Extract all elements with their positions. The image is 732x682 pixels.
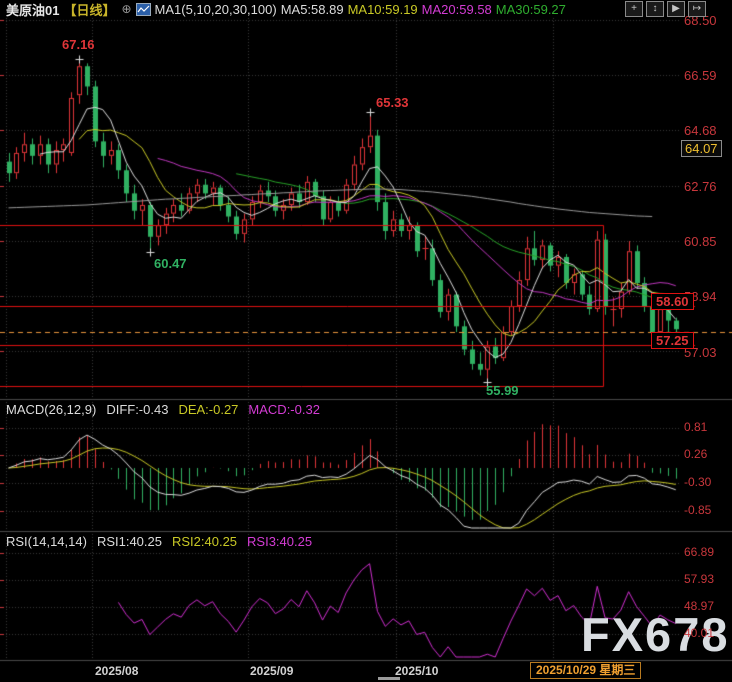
macd-dea-value: DEA:-0.27 xyxy=(178,402,238,417)
low-annotation: 60.47 xyxy=(154,256,187,271)
ma-settings-label[interactable]: MA1(5,10,20,30,100) xyxy=(155,2,277,17)
crosshair-price-label: 64.07 xyxy=(681,140,722,157)
rsi-header: RSI(14,14,14) RSI1:40.25 RSI2:40.25 RSI3… xyxy=(0,534,312,549)
rsi3-value: RSI3:40.25 xyxy=(247,534,312,549)
price-tick: 60.85 xyxy=(684,234,717,249)
high-annotation: 67.16 xyxy=(62,37,95,52)
ma10-value: MA10:59.19 xyxy=(348,2,418,17)
month-label: 2025/08 xyxy=(95,664,138,678)
chart-canvas[interactable] xyxy=(0,0,732,682)
month-label: 2025/10 xyxy=(395,664,438,678)
scrollbar-thumb[interactable] xyxy=(378,677,400,680)
symbol-name: 美原油01 xyxy=(6,0,59,19)
mini-chart-icon[interactable] xyxy=(136,3,151,16)
ma30-value: MA30:59.27 xyxy=(496,2,566,17)
move-icon[interactable]: + xyxy=(625,1,643,17)
low-annotation: 55.99 xyxy=(486,383,519,398)
price-line-label-5725[interactable]: 57.25 xyxy=(651,332,694,349)
rsi-tick: 57.93 xyxy=(684,572,714,586)
ma5-value: MA5:58.89 xyxy=(281,2,344,17)
macd-tick: 0.81 xyxy=(684,420,707,434)
macd-diff-value: DIFF:-0.43 xyxy=(106,402,168,417)
rsi-params[interactable]: RSI(14,14,14) xyxy=(6,534,87,549)
current-date-box[interactable]: 2025/10/29 星期三 xyxy=(530,662,641,679)
ma20-value: MA20:59.58 xyxy=(422,2,492,17)
rsi-tick: 48.97 xyxy=(684,599,714,613)
price-tick: 62.76 xyxy=(684,179,717,194)
month-label: 2025/09 xyxy=(250,664,293,678)
rsi2-value: RSI2:40.25 xyxy=(172,534,237,549)
price-tick: 64.68 xyxy=(684,123,717,138)
macd-macd-value: MACD:-0.32 xyxy=(248,402,320,417)
macd-tick: -0.30 xyxy=(684,475,711,489)
chart-toolbar: + ↕ ▶ ↦ xyxy=(625,1,706,17)
scale-axis-icon[interactable]: ↕ xyxy=(646,1,664,17)
rsi-tick: 40.01 xyxy=(684,626,714,640)
high-annotation: 65.33 xyxy=(376,95,409,110)
macd-tick: -0.85 xyxy=(684,503,711,517)
rsi-tick: 66.89 xyxy=(684,545,714,559)
circle-plus-icon[interactable]: ⊕ xyxy=(121,2,131,16)
rsi1-value: RSI1:40.25 xyxy=(97,534,162,549)
price-tick: 66.59 xyxy=(684,68,717,83)
pan-right-icon[interactable]: ↦ xyxy=(688,1,706,17)
price-line-label-5860[interactable]: 58.60 xyxy=(651,293,694,310)
chart-header: 美原油01 【日线】 ⊕ MA1(5,10,20,30,100) MA5:58.… xyxy=(0,0,732,18)
period-label[interactable]: 【日线】 xyxy=(63,0,115,19)
macd-tick: 0.26 xyxy=(684,447,707,461)
chart-app-window: 美原油01 【日线】 ⊕ MA1(5,10,20,30,100) MA5:58.… xyxy=(0,0,732,682)
playback-icon[interactable]: ▶ xyxy=(667,1,685,17)
macd-header: MACD(26,12,9) DIFF:-0.43 DEA:-0.27 MACD:… xyxy=(0,402,320,417)
macd-params[interactable]: MACD(26,12,9) xyxy=(6,402,96,417)
